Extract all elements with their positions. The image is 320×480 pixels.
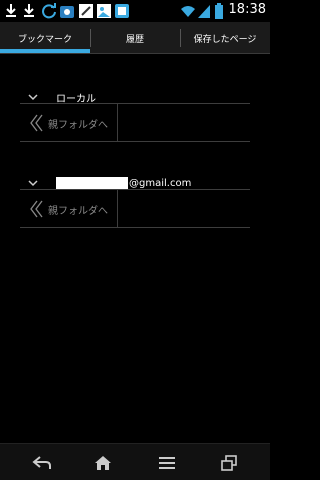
back-icon — [32, 456, 51, 469]
chevron-down-icon — [28, 180, 38, 187]
back-button[interactable] — [27, 452, 57, 474]
parent-folder-button[interactable]: 親フォルダへ — [20, 104, 118, 142]
redacted-username — [56, 177, 128, 189]
parent-folder-label: 親フォルダへ — [48, 119, 108, 131]
image-icon — [97, 4, 111, 18]
download-icon — [24, 4, 34, 17]
app-icon — [60, 6, 74, 18]
recent-apps-icon — [221, 455, 237, 471]
wifi-icon — [181, 6, 195, 17]
tab-saved-pages[interactable]: 保存したページ — [180, 22, 270, 54]
group-divider — [20, 227, 250, 228]
double-chevron-left-icon — [30, 114, 43, 132]
parent-folder-button[interactable]: 親フォルダへ — [20, 190, 118, 228]
bookmark-list: ローカル 親フォルダへ @gmail.com 親フォルダへ — [0, 55, 270, 443]
app-icon — [115, 4, 129, 18]
download-icon — [6, 4, 16, 17]
group-header-local[interactable]: ローカル — [28, 90, 96, 105]
double-chevron-left-icon — [30, 200, 43, 218]
clock: 18:38 — [228, 2, 266, 17]
menu-icon — [159, 457, 175, 469]
group-divider — [20, 141, 250, 142]
navigation-bar — [0, 443, 270, 480]
tab-history[interactable]: 履歴 — [90, 22, 180, 54]
chevron-down-icon — [28, 94, 38, 101]
parent-folder-label: 親フォルダへ — [48, 205, 108, 217]
parent-folder-row[interactable]: 親フォルダへ — [20, 104, 250, 142]
home-icon — [95, 456, 111, 470]
recent-apps-button[interactable] — [214, 452, 244, 474]
account-email: @gmail.com — [56, 177, 191, 189]
sync-icon — [42, 3, 56, 19]
status-bar: 18:38 — [0, 0, 270, 22]
home-button[interactable] — [88, 452, 118, 474]
note-icon — [79, 4, 93, 18]
account-domain: @gmail.com — [129, 177, 192, 189]
menu-button[interactable] — [152, 452, 182, 474]
selected-tab-indicator — [0, 49, 90, 53]
signal-icon — [198, 5, 210, 18]
battery-icon — [215, 3, 223, 19]
parent-folder-row[interactable]: 親フォルダへ — [20, 190, 250, 228]
group-header-account[interactable]: @gmail.com — [28, 176, 191, 190]
